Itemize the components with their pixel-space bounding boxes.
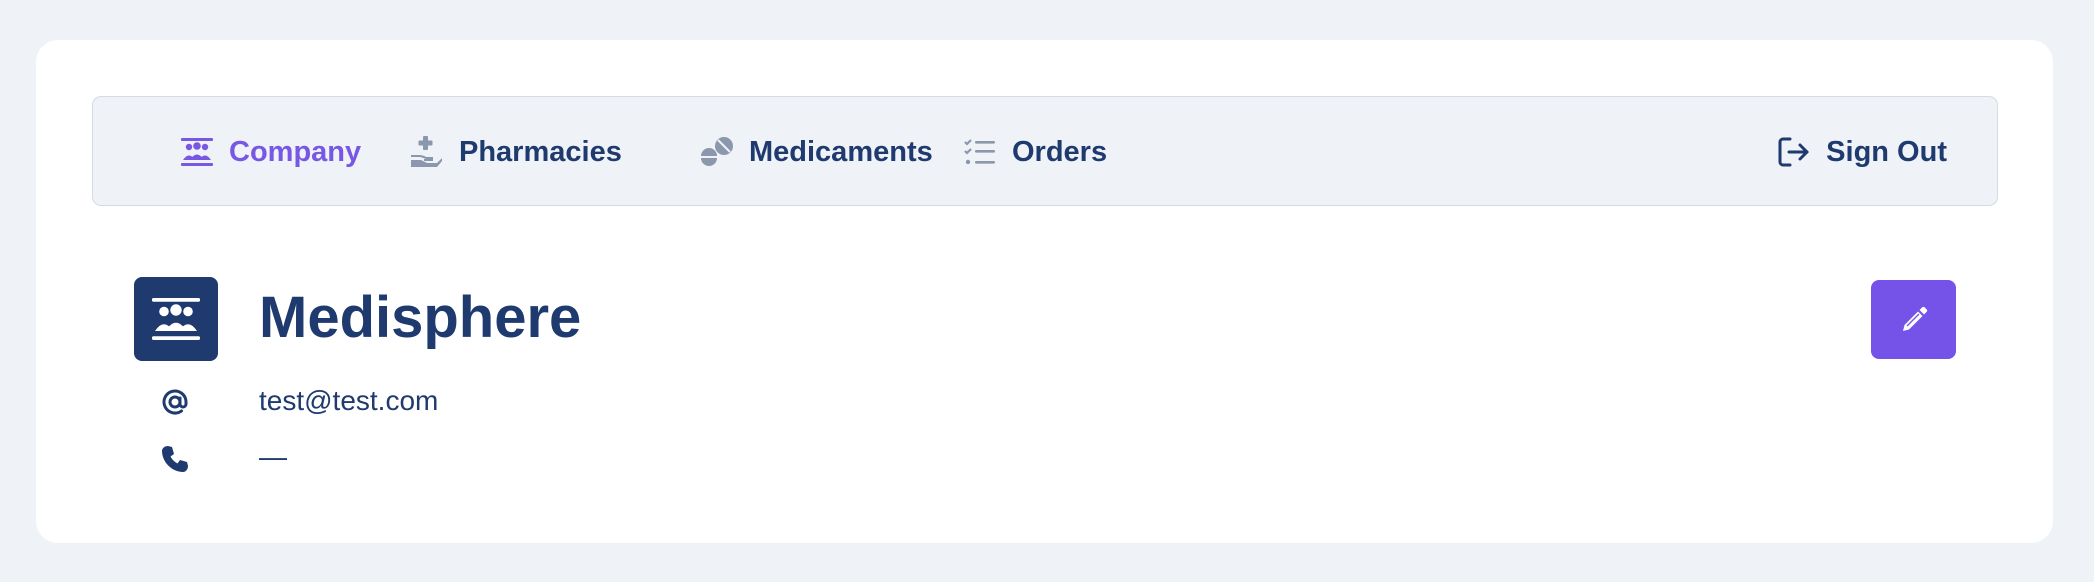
pharmacy-icon [409,134,445,170]
edit-button[interactable] [1871,280,1956,359]
company-name: Medisphere [259,285,582,350]
nav-label-medicaments: Medicaments [749,135,933,168]
nav-item-medicaments[interactable]: Medicaments [699,97,933,207]
sign-out-label: Sign Out [1826,135,1947,168]
company-icon [152,298,200,340]
top-navbar: Company Pharmacies Medicaments Orders Si… [92,96,1998,206]
sign-out-icon [1776,134,1812,170]
company-email: test@test.com [259,385,439,416]
company-avatar [134,277,218,361]
nav-label-company: Company [229,135,362,168]
nav-item-orders[interactable]: Orders [962,97,1107,207]
pencil-icon [1902,306,1927,331]
nav-item-pharmacies[interactable]: Pharmacies [409,97,622,207]
nav-label-orders: Orders [1012,135,1108,168]
at-sign-icon [158,385,192,419]
company-phone: — [259,441,287,472]
nav-item-company[interactable]: Company [179,97,361,207]
pills-icon [699,134,735,170]
company-icon [179,134,215,170]
nav-label-pharmacies: Pharmacies [459,135,622,168]
list-check-icon [962,134,998,170]
phone-icon [158,442,192,476]
sign-out-button[interactable]: Sign Out [1776,97,1947,207]
